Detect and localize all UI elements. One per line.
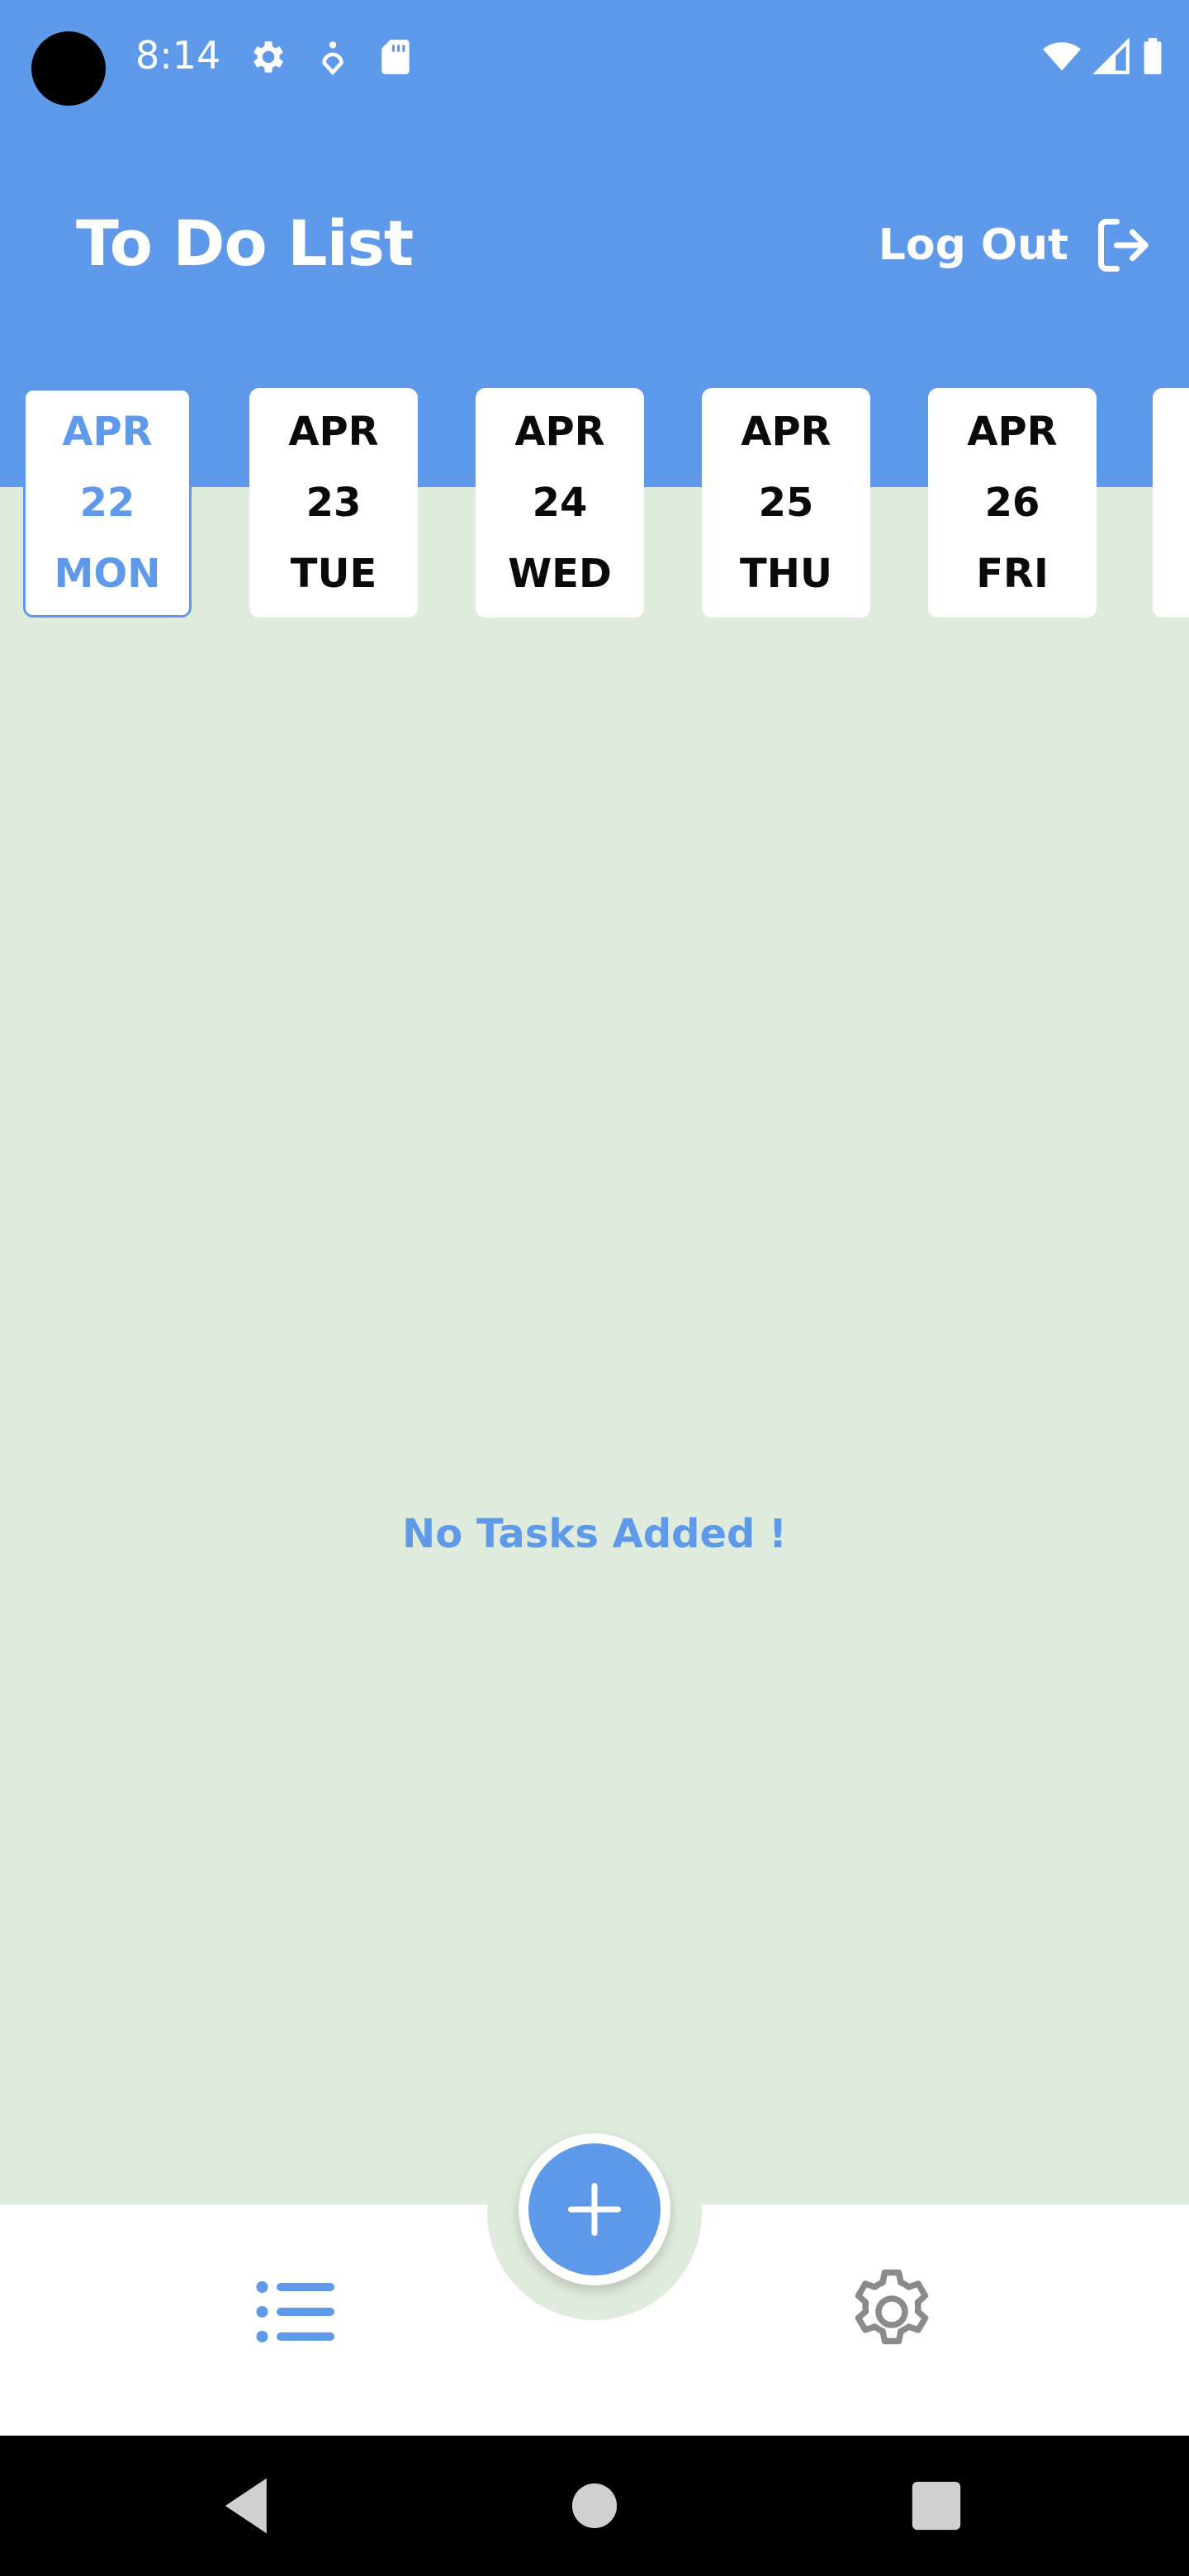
system-nav-bar bbox=[0, 2436, 1189, 2576]
date-card-apr-24[interactable]: APR 24 WED bbox=[476, 388, 644, 618]
status-bar: 8:14 bbox=[0, 0, 1189, 116]
logout-button[interactable]: Log Out bbox=[879, 216, 1156, 274]
date-month: APR bbox=[514, 409, 605, 455]
add-task-button-inner bbox=[528, 2143, 661, 2275]
settings-icon bbox=[246, 36, 287, 78]
task-list-icon[interactable] bbox=[248, 2262, 347, 2361]
date-day: 23 bbox=[306, 480, 362, 526]
date-selector: APR 22 MON APR 23 TUE APR 24 WED APR 25 … bbox=[0, 388, 1189, 619]
add-task-button[interactable] bbox=[519, 2133, 670, 2285]
battery-icon bbox=[1138, 36, 1168, 78]
date-weekday: TUE bbox=[290, 551, 377, 597]
date-weekday: MON bbox=[54, 551, 161, 597]
recents-icon[interactable] bbox=[895, 2465, 978, 2547]
home-icon[interactable] bbox=[553, 2465, 636, 2547]
camera-cutout bbox=[31, 31, 106, 106]
empty-tasks-message: No Tasks Added ! bbox=[402, 1511, 787, 1557]
logout-label: Log Out bbox=[878, 220, 1068, 270]
date-weekday: WED bbox=[508, 551, 612, 597]
date-card-apr-26[interactable]: APR 26 FRI bbox=[928, 388, 1097, 618]
page-title: To Do List bbox=[76, 206, 414, 280]
plus-icon bbox=[568, 2183, 621, 2236]
location-icon bbox=[312, 36, 353, 78]
date-weekday: FRI bbox=[976, 551, 1049, 597]
date-month: APR bbox=[288, 409, 379, 455]
status-time: 8:14 bbox=[135, 33, 221, 78]
date-card-apr-22[interactable]: APR 22 MON bbox=[23, 388, 192, 618]
date-card-apr-25[interactable]: APR 25 THU bbox=[702, 388, 870, 618]
date-card-apr-23[interactable]: APR 23 TUE bbox=[249, 388, 418, 618]
sd-card-icon bbox=[375, 36, 416, 78]
date-day: 26 bbox=[984, 480, 1040, 526]
settings-icon[interactable] bbox=[842, 2262, 941, 2361]
date-month: APR bbox=[967, 409, 1058, 455]
logout-icon bbox=[1093, 214, 1156, 277]
date-day: 24 bbox=[532, 480, 588, 526]
back-icon[interactable] bbox=[208, 2465, 291, 2547]
wifi-icon bbox=[1039, 36, 1085, 78]
date-day: 25 bbox=[758, 480, 814, 526]
date-month: APR bbox=[741, 409, 831, 455]
date-weekday: THU bbox=[740, 551, 832, 597]
signal-icon bbox=[1092, 36, 1133, 78]
date-card-next[interactable] bbox=[1153, 388, 1189, 618]
date-month: APR bbox=[62, 409, 153, 455]
date-day: 22 bbox=[79, 480, 135, 526]
